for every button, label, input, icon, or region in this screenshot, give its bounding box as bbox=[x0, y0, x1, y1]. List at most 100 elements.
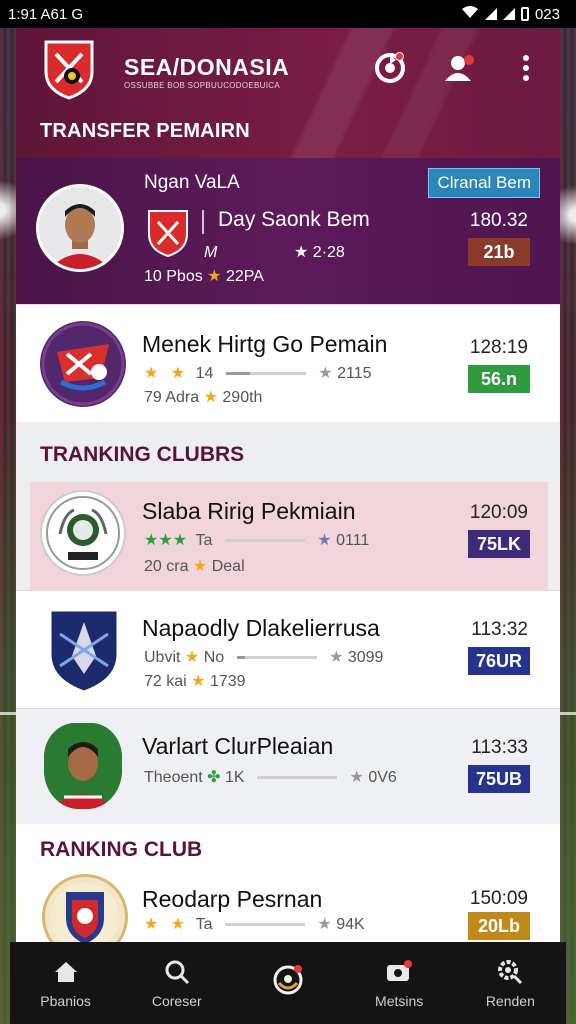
battery-level: 023 bbox=[534, 5, 560, 23]
footer-right: 1739 bbox=[209, 673, 246, 690]
club-crest bbox=[46, 605, 122, 694]
stat-right: 2115 bbox=[337, 365, 372, 382]
row-time: 150:09 bbox=[469, 888, 528, 909]
stat-left: Ta bbox=[195, 532, 213, 549]
star-icon: ★ bbox=[317, 916, 332, 933]
footer-left: 20 cra bbox=[144, 558, 189, 575]
stat-prefix: Ubvit bbox=[144, 649, 181, 666]
ranking-row[interactable]: Napaodly Dlakelierrusa Ubvit ★ No ★ 3099… bbox=[16, 590, 560, 708]
featured-rating: ★ 2·28 bbox=[294, 242, 345, 262]
club-crest bbox=[40, 321, 126, 407]
featured-time: 180.32 bbox=[469, 210, 528, 231]
player-stats: ★★★ Ta ★ 0111 bbox=[144, 530, 369, 550]
footer-left: 79 Adra bbox=[144, 389, 200, 406]
player-footer: 20 cra ★ Deal bbox=[144, 556, 245, 576]
star-icon: ★ bbox=[203, 389, 218, 406]
section-title-ranking-clubs: TRANKING CLUBRS bbox=[16, 428, 560, 482]
star-icon: ★ bbox=[207, 268, 222, 285]
featured-footer: 10 Pbos ★ 22PA bbox=[144, 266, 264, 286]
app-subtitle: OSSUBBE BOB SOPBUUCODOEBUICA bbox=[124, 81, 280, 90]
star-icon: ★ bbox=[191, 673, 206, 690]
featured-club-name: Day Saonk Bem bbox=[218, 208, 370, 231]
nav-item-messages[interactable]: Metsins bbox=[344, 957, 454, 1009]
app-header: SEA/DONASIA OSSUBBE BOB SOPBUUCODOEBUICA… bbox=[16, 28, 560, 158]
footer-left: 72 kai bbox=[144, 673, 187, 690]
row-time: 113:32 bbox=[471, 619, 528, 640]
player-name: Napaodly Dlakelierrusa bbox=[142, 615, 380, 641]
star-icon: ★ bbox=[329, 649, 344, 666]
row-time: 113:33 bbox=[471, 737, 528, 758]
search-icon bbox=[162, 957, 192, 987]
stat-left: No bbox=[203, 649, 225, 666]
player-avatar bbox=[44, 723, 122, 809]
signal-icon bbox=[484, 8, 497, 20]
stat-progress-bar bbox=[236, 656, 317, 660]
featured-footer-right: 22PA bbox=[225, 268, 264, 285]
featured-meta-left: M bbox=[204, 244, 218, 261]
sync-button[interactable] bbox=[372, 50, 408, 86]
player-footer: 79 Adra ★ 290th bbox=[144, 387, 262, 407]
more-vertical-icon bbox=[523, 55, 529, 81]
inbox-icon bbox=[384, 957, 414, 987]
stat-left: 14 bbox=[195, 365, 214, 382]
transfer-action-button[interactable]: Clranal Bem bbox=[428, 168, 540, 198]
more-menu-button[interactable] bbox=[514, 50, 538, 86]
value-badge: 56.n bbox=[468, 365, 530, 393]
player-name: Slaba Ririg Pekmiain bbox=[142, 498, 356, 524]
ranking-row-selected[interactable]: Slaba Ririg Pekmiain ★★★ Ta ★ 0111 20 cr… bbox=[30, 482, 548, 600]
featured-player-card[interactable]: Ngan VaLA Clranal Bem Day Saonk Bem M ★ … bbox=[16, 158, 560, 304]
battery-icon bbox=[520, 7, 529, 21]
footer-right: 290th bbox=[222, 389, 263, 406]
wifi-icon bbox=[461, 5, 479, 23]
stat-progress-bar bbox=[224, 539, 305, 543]
stat-right: 3099 bbox=[347, 649, 384, 666]
home-icon bbox=[51, 957, 81, 987]
star-icon: ★ bbox=[192, 558, 208, 575]
ranking-row[interactable]: Reodarp Pesrnan ★ ★ Ta ★ 94K 150:09 20Lb bbox=[16, 874, 560, 942]
stat-right: 0111 bbox=[336, 532, 370, 549]
featured-rating-value: 2·28 bbox=[312, 244, 345, 261]
profile-button[interactable] bbox=[442, 50, 478, 86]
stat-progress-bar bbox=[224, 923, 305, 927]
nav-item-center[interactable] bbox=[233, 963, 343, 1003]
nav-label: Pbanios bbox=[40, 993, 91, 1009]
featured-footer-left: 10 Pbos bbox=[144, 268, 203, 285]
nav-label: Coreser bbox=[151, 993, 202, 1009]
section-title-ranking-club: RANKING CLUB bbox=[16, 824, 560, 876]
ranking-row[interactable]: Varlart ClurPleaian Theoent ✤ 1K ★ 0V6 1… bbox=[16, 708, 560, 826]
player-name: Ngan VaLA bbox=[144, 172, 240, 193]
value-badge: 76UR bbox=[468, 647, 530, 675]
signal-icon-2 bbox=[502, 8, 515, 20]
row-time: 128:19 bbox=[469, 337, 528, 358]
star-icon: ★ bbox=[170, 365, 186, 382]
player-stats: ★ ★ 14 ★ 2115 bbox=[144, 363, 372, 383]
divider bbox=[202, 210, 204, 234]
star-icon: ★ bbox=[294, 244, 309, 261]
star-icon: ★ bbox=[144, 365, 159, 382]
transfer-row[interactable]: Menek Hirtg Go Pemain ★ ★ 14 ★ 2115 79 A… bbox=[16, 304, 560, 422]
nav-label: Renden bbox=[485, 993, 535, 1009]
status-bar: 1:91 A61 G 023 bbox=[0, 0, 576, 28]
nav-item-home[interactable]: Pbanios bbox=[11, 957, 121, 1009]
stat-left: Ta bbox=[195, 916, 213, 933]
stat-progress-bar bbox=[225, 372, 306, 376]
app-screen: SEA/DONASIA OSSUBBE BOB SOPBUUCODOEBUICA… bbox=[16, 28, 560, 942]
star-icon: ★ bbox=[144, 916, 159, 933]
stat-progress-bar bbox=[257, 776, 338, 780]
star-icon: ★ bbox=[170, 916, 186, 933]
star-icon: ★ bbox=[317, 532, 332, 549]
value-badge: 75LK bbox=[468, 530, 530, 558]
star-icon: ★ bbox=[184, 649, 200, 666]
nav-item-search[interactable]: Coreser bbox=[122, 957, 232, 1009]
star-icon: ★ bbox=[318, 365, 333, 382]
nav-label: Metsins bbox=[375, 993, 424, 1009]
club-crest bbox=[40, 490, 126, 576]
stat-right: 0V6 bbox=[368, 769, 397, 786]
featured-value-badge: 21b bbox=[468, 238, 530, 266]
club-crest-logo bbox=[42, 38, 96, 100]
clover-icon: ✤ bbox=[207, 769, 221, 786]
nav-item-render[interactable]: Renden bbox=[455, 957, 565, 1009]
stat-right: 94K bbox=[336, 916, 365, 933]
stat-left: 1K bbox=[225, 769, 245, 786]
value-badge: 75UB bbox=[468, 765, 530, 793]
